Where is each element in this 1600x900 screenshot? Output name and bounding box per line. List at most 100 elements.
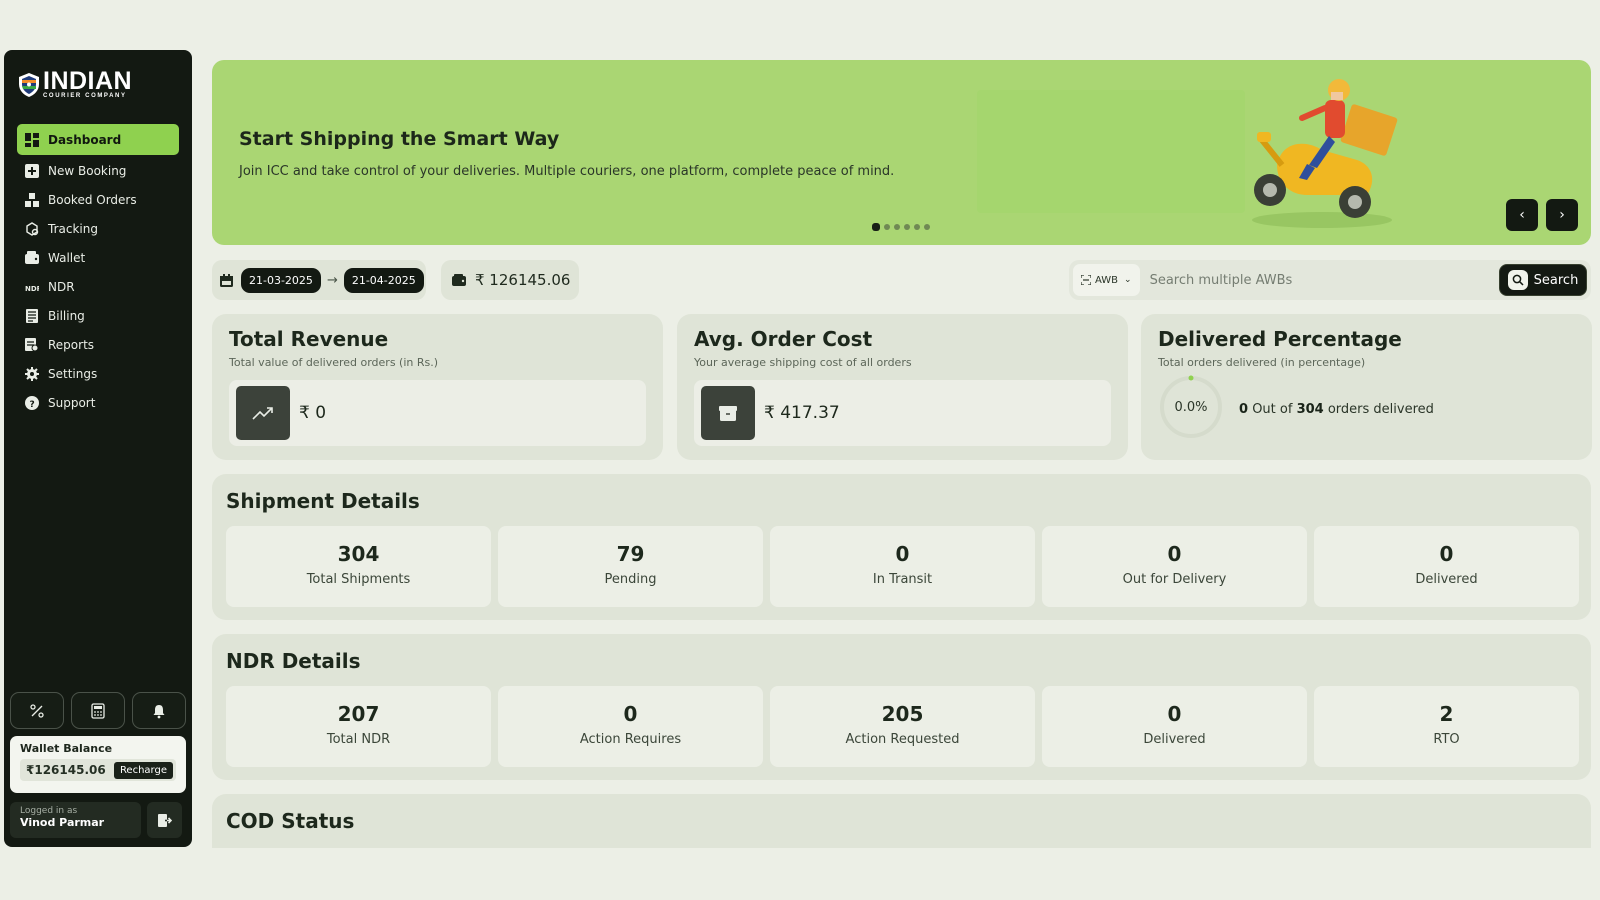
shipment-total-cell[interactable]: 304 Total Shipments (226, 526, 491, 607)
banner-next-button[interactable]: › (1546, 199, 1578, 231)
cell-value: 2 (1439, 702, 1454, 726)
tracking-icon (26, 222, 39, 236)
total-revenue-card: Total Revenue Total value of delivered o… (212, 314, 663, 460)
sidebar-item-wallet[interactable]: Wallet (17, 244, 179, 272)
date-from[interactable]: 21-03-2025 (241, 267, 321, 293)
sidebar-item-new-booking[interactable]: New Booking (17, 157, 179, 185)
cell-label: RTO (1433, 732, 1460, 747)
shipment-pending-cell[interactable]: 79 Pending (498, 526, 763, 607)
rate-tool-button[interactable] (10, 692, 64, 729)
sidebar-item-ndr[interactable]: NDR NDR (17, 273, 179, 301)
cell-value: 0 (1167, 542, 1182, 566)
sidebar-item-dashboard[interactable]: Dashboard (17, 124, 179, 155)
ndr-icon: NDR (25, 285, 39, 293)
panel-title: Shipment Details (226, 489, 420, 513)
notifications-button[interactable] (132, 692, 186, 729)
shipment-delivered-cell[interactable]: 0 Delivered (1314, 526, 1579, 607)
banner-dot[interactable] (884, 224, 890, 230)
sidebar-item-label: Billing (48, 309, 85, 323)
banner-dot[interactable] (914, 224, 920, 230)
sidebar-item-label: NDR (48, 280, 75, 294)
wallet-balance-amount: ₹126145.06 (26, 763, 106, 777)
brand-logo[interactable]: INDIAN COURIER COMPANY (18, 67, 133, 99)
ndr-action-requested-cell[interactable]: 205 Action Requested (770, 686, 1035, 767)
stat-title: Delivered Percentage (1158, 327, 1402, 351)
sidebar-item-label: Reports (48, 338, 95, 352)
package-icon (701, 386, 755, 440)
cell-label: Pending (604, 572, 657, 587)
sidebar-item-reports[interactable]: Reports (17, 331, 179, 359)
trending-up-icon (236, 386, 290, 440)
ndr-delivered-cell[interactable]: 0 Delivered (1042, 686, 1307, 767)
brand-name: INDIAN (43, 67, 133, 95)
awb-search-input[interactable] (1139, 264, 1499, 296)
sidebar-item-support[interactable]: ? Support (17, 389, 179, 417)
bell-icon (153, 704, 165, 718)
ndr-action-requires-cell[interactable]: 0 Action Requires (498, 686, 763, 767)
out-of-label: Out of (1252, 402, 1293, 417)
banner-subtitle: Join ICC and take control of your delive… (239, 164, 895, 179)
stat-title: Total Revenue (229, 327, 389, 351)
cell-label: Action Requires (579, 732, 682, 747)
sidebar-item-booked-orders[interactable]: Booked Orders (17, 186, 179, 214)
cell-value: 0 (1439, 542, 1454, 566)
banner-dot[interactable] (924, 224, 930, 230)
logout-icon (158, 813, 172, 827)
banner-dot[interactable] (872, 223, 880, 231)
sidebar-item-label: Dashboard (48, 132, 122, 147)
stat-subtitle: Total orders delivered (in percentage) (1158, 356, 1366, 369)
cell-label: Total Shipments (306, 572, 411, 587)
cell-label: Total NDR (326, 732, 391, 747)
cell-value: 79 (616, 542, 645, 566)
sidebar-item-tracking[interactable]: Tracking (17, 215, 179, 243)
shipment-details-panel: Shipment Details 304 Total Shipments 79 … (212, 474, 1591, 620)
cell-value: 0 (895, 542, 910, 566)
shipment-out-for-delivery-cell[interactable]: 0 Out for Delivery (1042, 526, 1307, 607)
sidebar-item-settings[interactable]: Settings (17, 360, 179, 388)
stat-subtitle: Total value of delivered orders (in Rs.) (229, 356, 439, 369)
sidebar-item-label: Settings (48, 367, 98, 381)
search-type-select[interactable]: AWB ⌄ (1073, 264, 1140, 296)
svg-text:NDR: NDR (25, 285, 39, 293)
orders-delivered-label: orders delivered (1327, 402, 1434, 417)
cell-value: 205 (881, 702, 924, 726)
stat-title: Avg. Order Cost (694, 327, 873, 351)
calculator-button[interactable] (71, 692, 125, 729)
date-range-picker[interactable]: 21-03-2025 → 21-04-2025 (212, 260, 426, 300)
search-button-label: Search (1533, 272, 1579, 288)
sidebar-item-billing[interactable]: Billing (17, 302, 179, 330)
arrow-right-icon: → (326, 272, 338, 288)
chevron-left-icon: ‹ (1519, 207, 1525, 223)
wallet-icon (25, 251, 39, 264)
shipment-in-transit-cell[interactable]: 0 In Transit (770, 526, 1035, 607)
sidebar-item-label: Tracking (48, 222, 98, 236)
banner-dot[interactable] (894, 224, 900, 230)
sidebar: INDIAN COURIER COMPANY Dashboard New Boo… (4, 50, 192, 847)
stat-value: ₹ 0 (299, 403, 327, 423)
shield-logo-icon (19, 72, 39, 97)
sidebar-item-label: Wallet (48, 251, 86, 265)
ndr-rto-cell[interactable]: 2 RTO (1314, 686, 1579, 767)
delivery-scooter-illustration (1252, 79, 1398, 228)
banner-soft-area (977, 90, 1245, 213)
user-card: Logged in as Vinod Parmar (10, 802, 186, 840)
cell-value: 207 (337, 702, 380, 726)
recharge-button[interactable]: Recharge (113, 761, 173, 779)
search-icon (1507, 270, 1528, 290)
logout-button[interactable] (147, 802, 182, 838)
banner-prev-button[interactable]: ‹ (1506, 199, 1538, 231)
dashboard-icon (25, 132, 39, 147)
date-to[interactable]: 21-04-2025 (343, 267, 424, 293)
user-info[interactable]: Logged in as Vinod Parmar (10, 802, 141, 838)
sidebar-item-label: Support (48, 396, 96, 410)
wallet-balance-title: Wallet Balance (20, 742, 113, 755)
banner-title: Start Shipping the Smart Way (239, 128, 560, 150)
ndr-total-cell[interactable]: 207 Total NDR (226, 686, 491, 767)
stat-subtitle: Your average shipping cost of all orders (694, 356, 912, 369)
cell-label: Action Requested (845, 732, 960, 747)
percent-icon (30, 703, 44, 718)
search-button[interactable]: Search (1499, 264, 1587, 296)
banner-dot[interactable] (904, 224, 910, 230)
balance-pill: ₹ 126145.06 (441, 260, 579, 300)
ndr-details-panel: NDR Details 207 Total NDR 0 Action Requi… (212, 634, 1591, 780)
